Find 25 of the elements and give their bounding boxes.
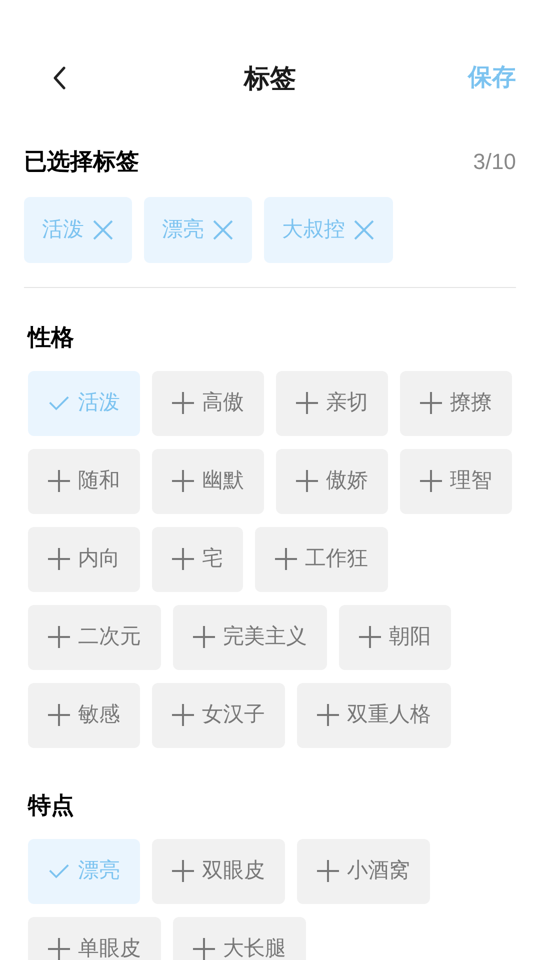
page-title: 标签 — [244, 62, 296, 94]
tag-chip[interactable]: 傲娇 — [276, 448, 388, 514]
tag-chip[interactable]: 敏感 — [28, 682, 140, 748]
tag-chip[interactable]: 撩撩 — [400, 370, 512, 436]
tag-chip[interactable]: 大长腿 — [173, 916, 306, 960]
tag-chip[interactable]: 小酒窝 — [297, 838, 430, 904]
tag-chip[interactable]: 双重人格 — [297, 682, 451, 748]
tag-chip[interactable]: 单眼皮 — [28, 916, 161, 960]
tag-chip[interactable]: 宅 — [152, 526, 243, 592]
tag-chip[interactable]: 二次元 — [28, 604, 161, 670]
tag-chip[interactable]: 高傲 — [152, 370, 264, 436]
tag-chip[interactable]: 幽默 — [152, 448, 264, 514]
tag-chip[interactable]: 双眼皮 — [152, 838, 285, 904]
tag-chip[interactable]: 女汉子 — [152, 682, 285, 748]
selected-count: 3/10 — [473, 148, 516, 176]
tag-chip[interactable]: 内向 — [28, 526, 140, 592]
tag-chip[interactable]: 随和 — [28, 448, 140, 514]
section-title: 特点 — [28, 790, 75, 820]
tag-chip[interactable]: 亲切 — [276, 370, 388, 436]
section-title: 性格 — [28, 322, 75, 352]
tag-chip[interactable]: 完美主义 — [173, 604, 327, 670]
tag-chip[interactable]: 理智 — [400, 448, 512, 514]
tag-chip[interactable]: 朝阳 — [339, 604, 451, 670]
tag-chip[interactable]: 工作狂 — [255, 526, 388, 592]
section-title: 已选择标签 — [24, 147, 139, 176]
